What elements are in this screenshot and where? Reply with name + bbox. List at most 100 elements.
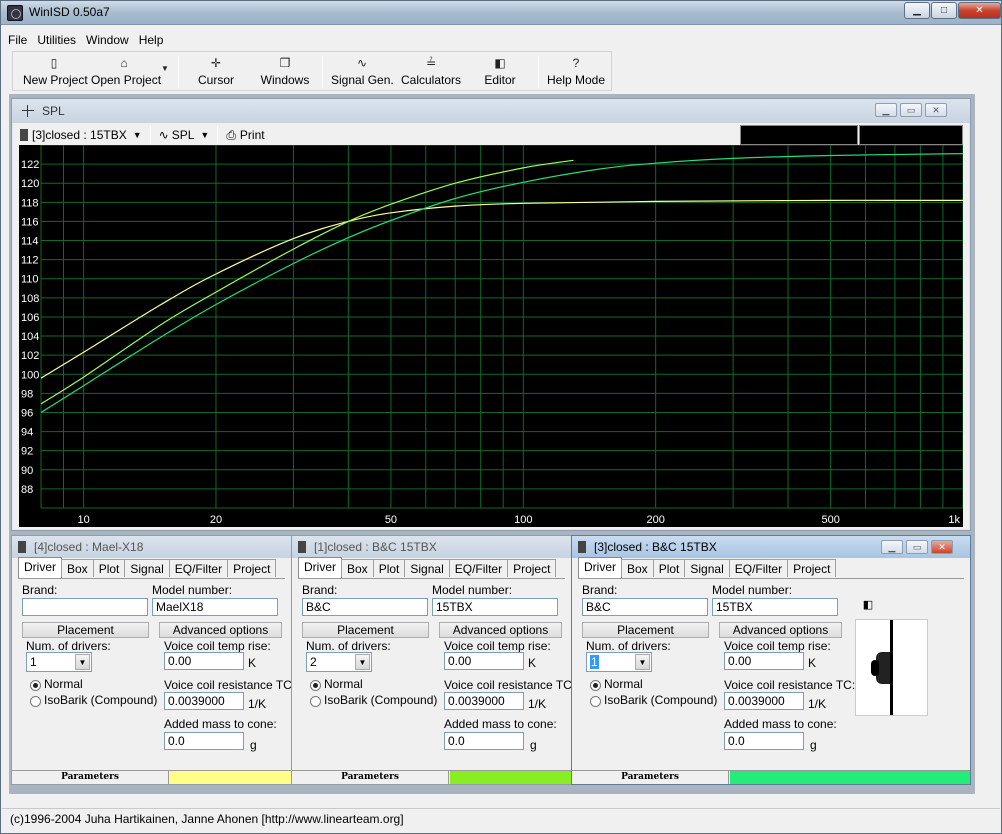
- num-drivers-combo[interactable]: 1 ▼: [586, 652, 652, 672]
- tab-project[interactable]: Project: [507, 559, 557, 577]
- driver-preview-button[interactable]: ◧: [858, 597, 878, 613]
- isobarik-radio[interactable]: [30, 696, 41, 707]
- added-mass-field[interactable]: 0.0: [164, 732, 244, 750]
- chevron-down-icon[interactable]: ▼: [75, 654, 90, 670]
- tab-signal[interactable]: Signal: [404, 559, 450, 577]
- signal-gen-button[interactable]: ∿ Signal Gen.: [331, 55, 394, 89]
- maximize-button[interactable]: ▭: [906, 540, 928, 554]
- tab-eq-filter[interactable]: EQ/Filter: [448, 559, 509, 577]
- vc-temp-field[interactable]: 0.00: [164, 652, 244, 670]
- chevron-down-icon[interactable]: ▼: [355, 654, 370, 670]
- print-button[interactable]: ⎙ Print: [226, 128, 264, 143]
- speaker-icon: ◧: [862, 599, 874, 611]
- y-tick-label: 96: [21, 407, 33, 419]
- vc-resistance-field[interactable]: 0.0039000: [164, 692, 244, 710]
- model-field[interactable]: 15TBX: [432, 598, 558, 616]
- isobarik-radio[interactable]: [310, 696, 321, 707]
- toolbar-separator: [149, 126, 151, 144]
- tab-driver[interactable]: Driver: [18, 557, 62, 578]
- normal-radio[interactable]: [590, 680, 601, 691]
- spl-graph[interactable]: 122 120 118 116 114 112 110 108 106 104 102 100 98 96…: [19, 145, 963, 527]
- advanced-options-button[interactable]: Advanced options: [439, 622, 562, 638]
- close-button[interactable]: ✕: [931, 540, 953, 554]
- vc-temp-field[interactable]: 0.00: [444, 652, 524, 670]
- vc-resistance-label: Voice coil resistance TC:: [164, 678, 296, 692]
- close-button[interactable]: ✕: [925, 103, 947, 117]
- model-label: Model number:: [152, 583, 233, 597]
- brand-field[interactable]: B&C: [302, 598, 428, 616]
- tab-plot[interactable]: Plot: [372, 559, 406, 577]
- minimize-button[interactable]: ▁: [875, 103, 897, 117]
- parameters-label[interactable]: Parameters: [12, 771, 169, 784]
- tab-driver[interactable]: Driver: [298, 557, 342, 578]
- minimize-button[interactable]: ▁: [904, 2, 930, 19]
- open-project-button[interactable]: ⌂ Open Project: [91, 55, 161, 89]
- vc-resistance-field[interactable]: 0.0039000: [724, 692, 804, 710]
- parameters-label[interactable]: Parameters: [292, 771, 449, 784]
- model-field[interactable]: 15TBX: [712, 598, 838, 616]
- placement-button[interactable]: Placement: [582, 622, 709, 638]
- parameters-label[interactable]: Parameters: [572, 771, 729, 784]
- open-project-dropdown[interactable]: ▼: [159, 55, 171, 89]
- menu-utilities[interactable]: Utilities: [31, 33, 80, 47]
- menu-window[interactable]: Window: [80, 33, 133, 47]
- menu-file[interactable]: File: [2, 33, 31, 47]
- maximize-button[interactable]: ▭: [900, 103, 922, 117]
- normal-radio[interactable]: [30, 680, 41, 691]
- title-bar[interactable]: WinISD 0.50a7 ▁ □ ✕: [1, 1, 1001, 25]
- tab-plot[interactable]: Plot: [92, 559, 126, 577]
- editor-button[interactable]: ◧ Editor: [479, 55, 521, 89]
- brand-field[interactable]: [22, 598, 148, 616]
- maximize-button[interactable]: □: [931, 2, 957, 19]
- calculators-button[interactable]: ≟ Calculators: [401, 55, 461, 89]
- tab-signal[interactable]: Signal: [684, 559, 730, 577]
- vc-resistance-field[interactable]: 0.0039000: [444, 692, 524, 710]
- graph-selector[interactable]: ∿ SPL ▼: [159, 128, 210, 142]
- model-field[interactable]: MaelX18: [152, 598, 278, 616]
- advanced-options-button[interactable]: Advanced options: [719, 622, 842, 638]
- added-mass-field[interactable]: 0.0: [724, 732, 804, 750]
- num-drivers-combo[interactable]: 1 ▼: [26, 652, 92, 672]
- tab-driver[interactable]: Driver: [578, 557, 622, 578]
- tab-eq-filter[interactable]: EQ/Filter: [728, 559, 789, 577]
- tab-project[interactable]: Project: [227, 559, 277, 577]
- normal-radio[interactable]: [310, 680, 321, 691]
- project-selector[interactable]: [3]closed : 15TBX ▼: [20, 128, 142, 142]
- panel-titlebar[interactable]: [3]closed : B&C 15TBX ▁ ▭ ✕: [572, 536, 970, 558]
- x-tick-label: 1k: [948, 514, 960, 526]
- tab-box[interactable]: Box: [341, 559, 374, 577]
- tab-box[interactable]: Box: [621, 559, 654, 577]
- placement-button[interactable]: Placement: [302, 622, 429, 638]
- num-drivers-combo[interactable]: 2 ▼: [306, 652, 372, 672]
- close-button[interactable]: ✕: [958, 2, 1001, 19]
- help-mode-button[interactable]: ? Help Mode: [547, 55, 605, 89]
- tab-box[interactable]: Box: [61, 559, 94, 577]
- cursor-button[interactable]: ✛ Cursor: [191, 55, 241, 89]
- driver-panel-bc-15tbx-1: [1]closed : B&C 15TBX Driver Box Plot Signal…: [291, 535, 575, 785]
- tab-eq-filter[interactable]: EQ/Filter: [168, 559, 229, 577]
- minimize-button[interactable]: ▁: [881, 540, 903, 554]
- tab-signal[interactable]: Signal: [124, 559, 170, 577]
- added-mass-label: Added mass to cone:: [724, 717, 837, 731]
- x-tick-label: 100: [514, 514, 532, 526]
- series-color-swatch: [170, 771, 291, 784]
- added-mass-field[interactable]: 0.0: [444, 732, 524, 750]
- panel-titlebar[interactable]: [1]closed : B&C 15TBX: [292, 536, 571, 558]
- windows-button[interactable]: ❐ Windows: [257, 55, 313, 89]
- advanced-options-button[interactable]: Advanced options: [159, 622, 282, 638]
- model-label: Model number:: [712, 583, 793, 597]
- spl-window-titlebar[interactable]: SPL ▁ ▭ ✕: [12, 99, 970, 123]
- brand-field[interactable]: B&C: [582, 598, 708, 616]
- tab-plot[interactable]: Plot: [652, 559, 686, 577]
- menu-help[interactable]: Help: [133, 33, 168, 47]
- brand-label: Brand:: [22, 583, 58, 597]
- speaker-icon: [18, 541, 26, 553]
- vc-temp-field[interactable]: 0.00: [724, 652, 804, 670]
- tab-project[interactable]: Project: [787, 559, 837, 577]
- new-project-button[interactable]: ▯ New Project: [23, 55, 88, 89]
- placement-button[interactable]: Placement: [22, 622, 149, 638]
- isobarik-radio[interactable]: [590, 696, 601, 707]
- chevron-down-icon[interactable]: ▼: [635, 654, 650, 670]
- normal-label: Normal: [604, 677, 643, 691]
- panel-titlebar[interactable]: [4]closed : Mael-X18: [12, 536, 291, 558]
